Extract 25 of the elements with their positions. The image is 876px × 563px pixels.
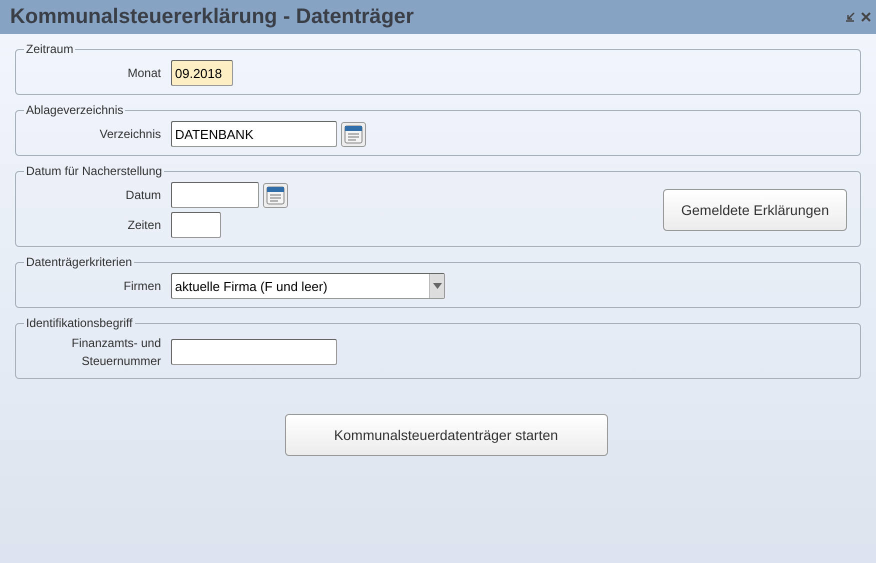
- input-field[interactable]: 09.2018: [171, 60, 233, 86]
- dropdown-field[interactable]: aktuelle Firma (F und leer): [171, 273, 445, 299]
- field-label: Firmen: [122, 278, 161, 295]
- reports-button[interactable]: Gemeldete Erklärungen: [663, 189, 847, 231]
- calendar-button[interactable]: [341, 122, 366, 146]
- group-legend: Datum für Nacherstellung: [24, 164, 164, 178]
- group-legend: Identifikationsbegriff: [24, 316, 135, 330]
- input-field[interactable]: [171, 182, 259, 208]
- input-field[interactable]: [171, 212, 221, 238]
- field-label: Finanzamts- und Steuernummer: [70, 335, 161, 370]
- calendar-button[interactable]: [263, 182, 288, 208]
- caret-icon: [432, 283, 442, 289]
- start-button[interactable]: Kommunalsteuerdatenträger starten: [284, 414, 608, 456]
- field-label: Verzeichnis: [98, 126, 161, 143]
- field-label: Datum: [124, 187, 161, 204]
- group-legend: Zeitraum: [24, 42, 76, 56]
- close-icon[interactable]: [860, 11, 872, 23]
- input-field[interactable]: [171, 339, 337, 365]
- field-label: Monat: [126, 65, 161, 82]
- field-label: Zeiten: [126, 217, 161, 234]
- group-legend: Datenträgerkriterien: [24, 255, 134, 269]
- window-title: Kommunalsteuererklärung - Datenträger: [10, 4, 414, 30]
- minimize-icon[interactable]: [844, 11, 856, 23]
- group-legend: Ablageverzeichnis: [24, 103, 126, 117]
- input-field[interactable]: DATENBANK: [171, 121, 337, 147]
